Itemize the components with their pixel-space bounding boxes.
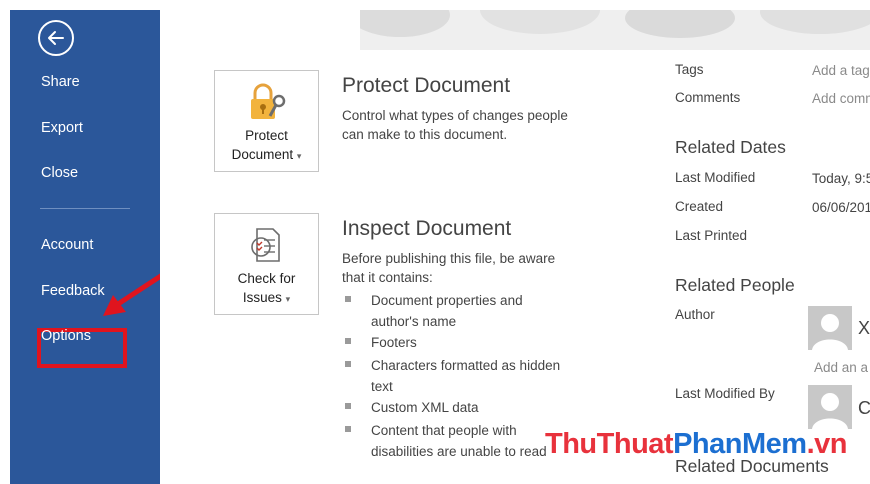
backstage-window: Share Export Close Account Feedback Opti… [0, 0, 870, 484]
add-author-link[interactable]: Add an a [814, 360, 868, 375]
author-label: Author [675, 307, 715, 322]
created-value: 06/06/201 [812, 200, 870, 215]
bullet-marker [345, 403, 351, 409]
modifier-avatar[interactable] [808, 385, 852, 429]
backstage-sidebar: Share Export Close Account Feedback Opti… [10, 10, 160, 484]
nav-options[interactable]: Options [41, 328, 91, 344]
bullet-item: Content that people with disabilities ar… [371, 423, 547, 459]
protect-title: Protect Document [342, 74, 511, 97]
bullet-item: Custom XML data [371, 400, 479, 415]
lock-key-icon [251, 83, 286, 119]
person-icon [812, 314, 848, 350]
modifier-name[interactable]: C [858, 398, 870, 419]
bullet-item: Characters formatted as hidden text [371, 358, 561, 394]
last-modified-value: Today, 9:5 [812, 171, 870, 186]
document-check-icon [251, 228, 280, 262]
back-button[interactable] [38, 20, 74, 56]
protect-button-label: Protect Document ▾ [231, 128, 302, 162]
nav-export[interactable]: Export [41, 120, 83, 136]
last-printed-label: Last Printed [675, 228, 748, 243]
tags-label: Tags [675, 62, 704, 77]
bullet-item: Footers [371, 335, 417, 350]
created-label: Created [675, 199, 724, 214]
watermark-logo: ThuThuatPhanMem.vn [545, 428, 847, 460]
related-people-heading: Related People [675, 275, 795, 295]
inspect-title: Inspect Document [342, 217, 512, 240]
sidebar-divider [40, 208, 130, 209]
last-modified-label: Last Modified [675, 170, 756, 185]
related-dates-heading: Related Dates [675, 137, 786, 157]
nav-account[interactable]: Account [41, 237, 93, 253]
check-for-issues-button[interactable]: Check for Issues ▾ [214, 213, 319, 315]
bullet-marker [345, 361, 351, 367]
nav-share[interactable]: Share [41, 74, 80, 90]
banner-decoration [360, 10, 870, 50]
comments-label: Comments [675, 90, 741, 105]
bullet-marker [345, 338, 351, 344]
last-modified-by-label: Last Modified By [675, 386, 775, 401]
protect-document-button[interactable]: Protect Document ▾ [214, 70, 319, 172]
tags-input[interactable]: Add a tag [812, 63, 870, 78]
comments-input[interactable]: Add comm [812, 91, 870, 106]
header-banner [360, 10, 870, 50]
author-name[interactable]: X [858, 318, 870, 339]
author-avatar[interactable] [808, 306, 852, 350]
nav-close[interactable]: Close [41, 165, 78, 181]
inspect-desc: Before publishing this file, be aware th… [342, 251, 556, 285]
protect-desc: Control what types of changes people can… [342, 108, 568, 142]
arrow-left-icon [48, 31, 64, 45]
bullet-marker [345, 426, 351, 432]
bullet-marker [345, 296, 351, 302]
bullet-item: Document properties and author's name [371, 293, 523, 329]
check-issues-label: Check for Issues ▾ [237, 271, 296, 305]
person-icon [812, 393, 848, 429]
